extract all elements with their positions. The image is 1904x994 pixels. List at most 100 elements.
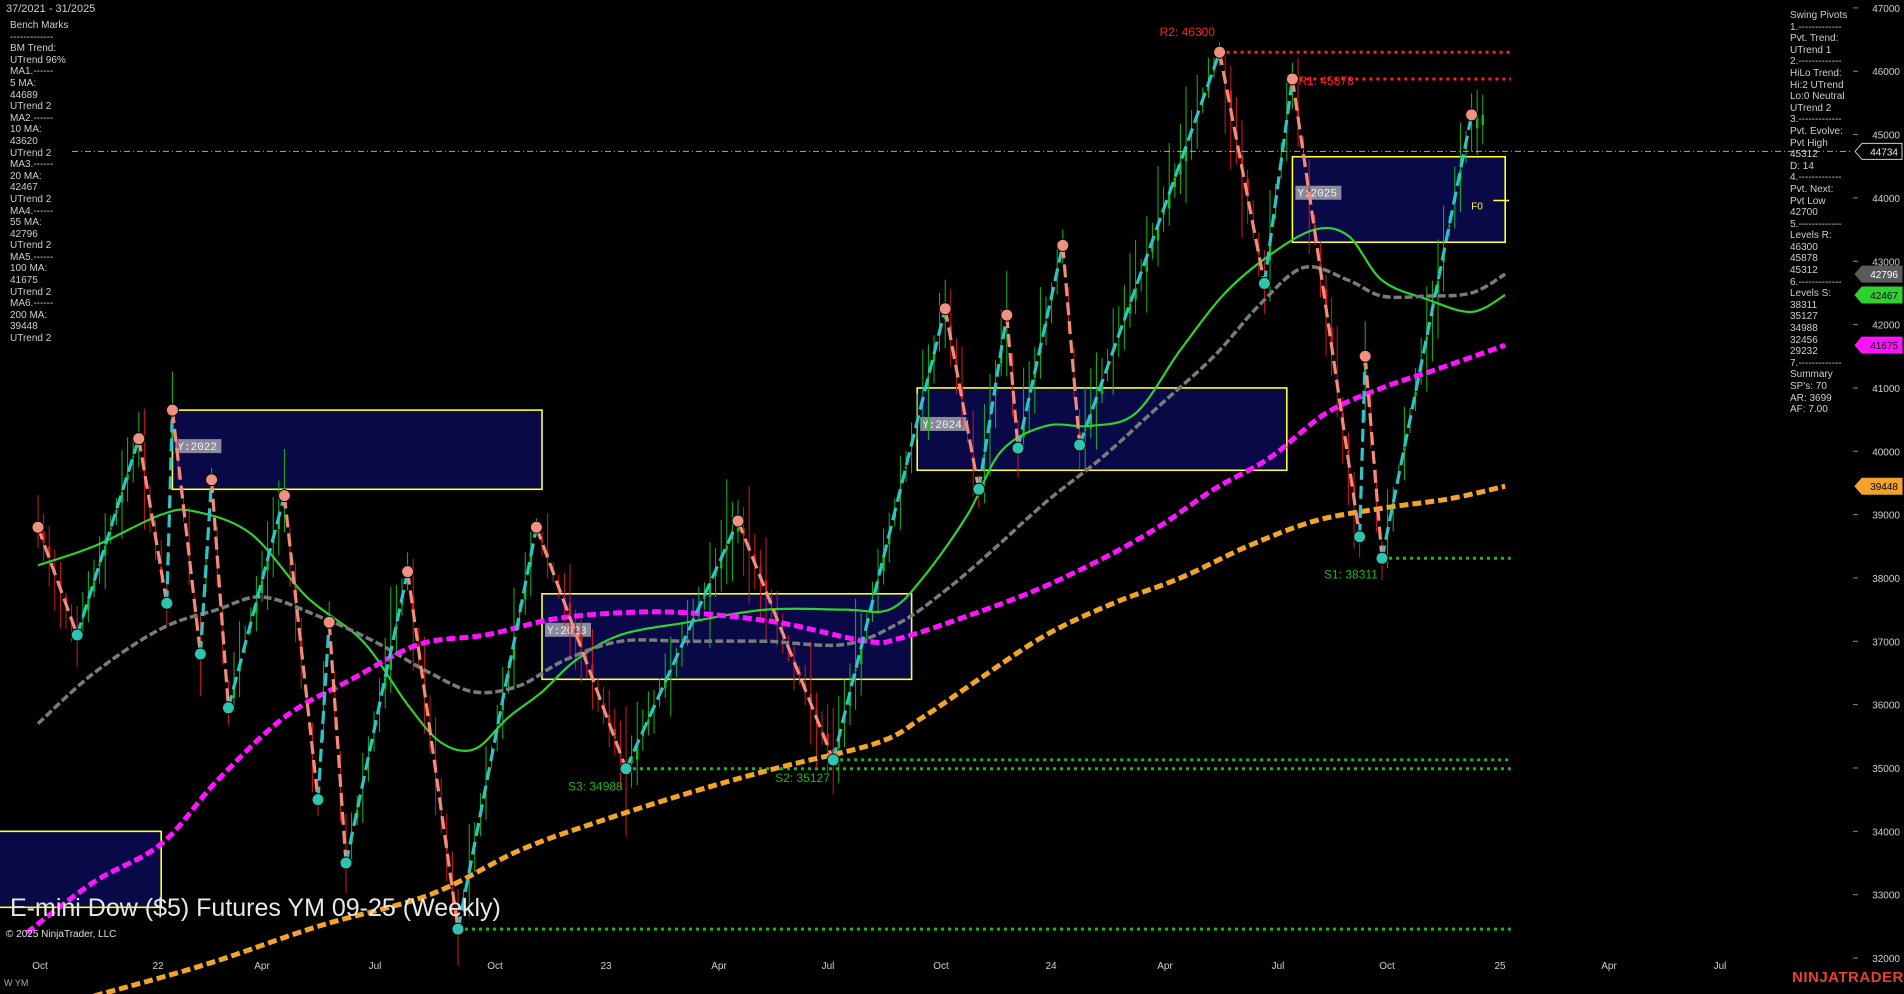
pivot-high-marker [1465, 108, 1479, 122]
pivot-low-marker [193, 647, 207, 661]
panel-line: 38311 [1790, 299, 1818, 311]
level-label: S1: 38311 [1324, 567, 1378, 581]
pivot-low-marker [221, 701, 235, 715]
x-tick-label: 22 [152, 961, 164, 972]
pivot-low-marker [311, 793, 325, 807]
x-tick-label: Jul [1272, 961, 1285, 972]
candle-body [664, 682, 667, 689]
panel-line: UTrend 96% [10, 54, 66, 66]
pivot-high-marker [529, 520, 543, 534]
candle-body [792, 659, 796, 662]
candle-body [608, 714, 611, 724]
panel-line: UTrend 2 [10, 101, 52, 113]
pivot-high-marker [1285, 72, 1299, 86]
panel-line: MA6.------ [10, 298, 54, 310]
panel-line: 5.------------- [1790, 218, 1842, 230]
candle-body [132, 456, 135, 458]
year-box-label: Y:2025 [1297, 189, 1337, 201]
x-tick-label: Oct [933, 961, 949, 972]
date-range: 37/2021 - 31/2025 [6, 3, 96, 15]
panel-line: 29232 [1790, 346, 1818, 358]
panel-line: 4.------------- [1790, 172, 1842, 184]
benchmarks-panel: Bench Marks ------------- BM Trend: UTrend … [10, 20, 68, 345]
pivot-high-marker [322, 615, 336, 629]
candle-body [540, 539, 544, 543]
candle-body [1414, 391, 1417, 397]
y-tick-label: 32000 [1872, 954, 1900, 965]
panel-line: 5 MA: [10, 77, 37, 89]
pivot-high-marker [277, 489, 291, 503]
y-tick-label: 42000 [1872, 321, 1900, 332]
panel-line: Pvt. Trend: [1790, 33, 1839, 45]
panel-line: 3.------------- [1790, 114, 1842, 126]
x-tick-label: Jul [822, 961, 835, 972]
panel-line: UTrend 2 [10, 286, 52, 298]
panel-line: Swing Pivots [1790, 10, 1848, 21]
pivot-low-marker [972, 482, 986, 496]
candle-body [854, 669, 857, 671]
panel-line: 45878 [1790, 253, 1818, 265]
swing-pivots-panel: Swing Pivots 1.------------- Pvt. Trend: UT… [1790, 10, 1847, 416]
y-tick-label: 37000 [1872, 637, 1900, 648]
price-chart[interactable]: Y:2022Y:2023Y:2024Y:2025F0 R2: 46300R1: … [0, 0, 1904, 994]
panel-line: 35127 [1790, 311, 1818, 323]
pivot-low-marker [1375, 551, 1389, 565]
x-tick-label: Apr [254, 961, 270, 972]
x-tick-label: Apr [1157, 961, 1173, 972]
panel-line: ------------- [10, 31, 54, 43]
candle-body [927, 376, 930, 378]
panel-line: Summary [1790, 369, 1833, 381]
price-tag-label: 39448 [1870, 482, 1898, 493]
panel-line: SP's: 70 [1790, 381, 1827, 392]
pivot-low-marker [1073, 438, 1087, 452]
panel-line: 7.------------- [1790, 357, 1842, 369]
panel-line: MA3.------ [10, 159, 54, 171]
pivot-high-marker [731, 514, 745, 528]
x-tick-label: Apr [711, 961, 727, 972]
candle-body [1448, 225, 1451, 227]
y-tick-label: 33000 [1872, 891, 1900, 902]
y-tick-label: 46000 [1872, 67, 1900, 78]
y-tick-label: 40000 [1872, 447, 1900, 458]
candle-body [98, 563, 101, 566]
panel-line: 20 MA: [10, 170, 42, 182]
y-tick-label: 44000 [1872, 194, 1900, 205]
pivot-low-marker [1257, 276, 1271, 290]
panel-line: 55 MA: [10, 217, 42, 229]
panel-line: 10 MA: [10, 124, 42, 136]
pivot-low-marker [160, 596, 174, 610]
candle-body [1481, 114, 1484, 125]
y-tick-label: 34000 [1872, 827, 1900, 838]
chart-title: E-mini Dow ($5) Futures YM 09-25 (Weekly… [10, 894, 501, 922]
panel-line: 44689 [10, 89, 38, 101]
panel-line: 41675 [10, 275, 38, 287]
candle-body [574, 629, 577, 633]
candle-body [876, 579, 880, 581]
panel-line: 45312 [1790, 265, 1818, 277]
x-tick-label: Jul [1714, 961, 1727, 972]
year-box [171, 409, 543, 491]
panel-line: MA5.------ [10, 251, 54, 263]
candle-body [1168, 193, 1171, 209]
price-tag-label: 42796 [1870, 270, 1898, 281]
pivot-low-marker [619, 762, 633, 776]
pivot-high-marker [938, 302, 952, 316]
panel-line: MA4.------ [10, 205, 54, 217]
panel-line: MA2.------ [10, 112, 54, 124]
panel-line: Pvt. Next: [1790, 183, 1834, 195]
y-tick-label: 38000 [1872, 574, 1900, 585]
candle-body [764, 579, 768, 592]
candle-body [686, 632, 689, 634]
panel-line: Levels R: [1790, 230, 1832, 242]
panel-line: Pvt High [1790, 137, 1828, 149]
y-tick-label: 36000 [1872, 701, 1900, 712]
panel-line: UTrend 2 [10, 240, 52, 252]
copyright: © 2025 NinjaTrader, LLC [6, 929, 117, 940]
pivot-high-marker [1358, 349, 1372, 363]
panel-line: Levels S: [1790, 288, 1832, 300]
panel-line: AF: 7.00 [1790, 404, 1828, 416]
panel-line: 42796 [10, 228, 38, 240]
panel-line: 42700 [1790, 207, 1818, 219]
panel-line: 39448 [10, 321, 38, 333]
pivot-high-marker [1000, 308, 1014, 322]
